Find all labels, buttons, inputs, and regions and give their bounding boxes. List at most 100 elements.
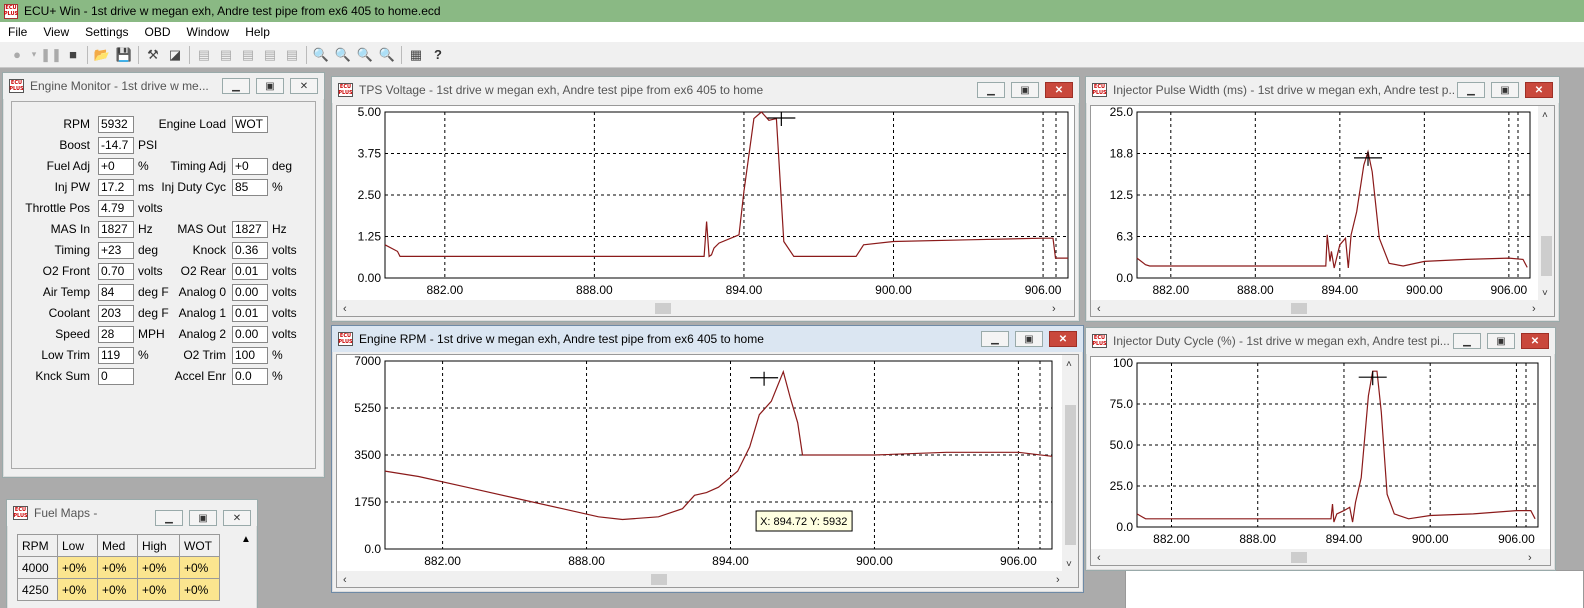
- menu-file[interactable]: File: [0, 25, 35, 39]
- minimize-button[interactable]: ▁: [155, 510, 183, 526]
- scroll-up-icon[interactable]: ˄: [1066, 359, 1072, 370]
- chart-window-titlebar[interactable]: ECU PLUS TPS Voltage - 1st drive w megan e…: [332, 77, 1079, 103]
- x-tick-label: 882.00: [426, 283, 463, 297]
- scroll-right-icon[interactable]: ›: [1528, 552, 1532, 564]
- scroll-right-icon[interactable]: ›: [1532, 303, 1536, 315]
- zoom-in-icon[interactable]: 🔍: [332, 44, 354, 66]
- maximize-button[interactable]: ▣: [1015, 331, 1043, 347]
- fuel-cell[interactable]: +0%: [137, 556, 180, 579]
- minimize-button[interactable]: ▁: [1457, 82, 1485, 98]
- x-tick-label: 900.00: [875, 283, 912, 297]
- close-button[interactable]: ✕: [1525, 82, 1553, 98]
- chart-svg: 25.0 18.8 12.5 6.3 0.0 882.00 888.00 894.00 900.…: [1091, 106, 1554, 316]
- dropdown-icon[interactable]: ▾: [28, 44, 40, 66]
- toolbar-separator: [401, 45, 402, 64]
- record-icon[interactable]: ●: [6, 44, 28, 66]
- close-button[interactable]: ✕: [1521, 333, 1549, 349]
- maximize-button[interactable]: ▣: [256, 78, 284, 94]
- chart-window-title: TPS Voltage - 1st drive w megan exh, And…: [359, 83, 764, 97]
- window3-icon[interactable]: ▤: [237, 44, 259, 66]
- fuel-cell[interactable]: +0%: [179, 556, 220, 579]
- chart-icon[interactable]: ▦: [405, 44, 427, 66]
- close-button[interactable]: ✕: [290, 78, 318, 94]
- monitor-value: WOT: [232, 116, 268, 133]
- monitor-label: Analog 2: [178, 327, 226, 341]
- scroll-left-icon[interactable]: ‹: [343, 303, 347, 315]
- monitor-value: 0.00: [232, 326, 268, 343]
- close-button[interactable]: ✕: [1045, 82, 1073, 98]
- minimize-button[interactable]: ▁: [981, 331, 1009, 347]
- save-icon[interactable]: 💾: [113, 44, 135, 66]
- chart-window-titlebar[interactable]: ECU PLUS Engine RPM - 1st drive w megan ex…: [332, 326, 1083, 352]
- scroll-thumb[interactable]: [655, 303, 671, 314]
- fuel-cell[interactable]: +0%: [179, 578, 220, 601]
- toolbar: ● ▾ ❚❚ ■ 📂 💾 ⚒ ◪ ▤ ▤ ▤ ▤ ▤ 🔍 🔍 🔍 🔍 ▦ ?: [0, 42, 1584, 68]
- menu-window[interactable]: Window: [179, 25, 238, 39]
- minimize-button[interactable]: ▁: [977, 82, 1005, 98]
- monitor-unit: volts: [272, 243, 297, 257]
- scroll-down-icon[interactable]: ˅: [1542, 288, 1548, 299]
- fuel-maps-window: ECU PLUS Fuel Maps - ▁ ▣ ✕ RPM Low Med Hi…: [6, 499, 258, 608]
- open-icon[interactable]: 📂: [91, 44, 113, 66]
- stop-icon[interactable]: ■: [62, 44, 84, 66]
- horizontal-scrollbar[interactable]: [1091, 300, 1554, 316]
- horizontal-scrollbar[interactable]: [337, 571, 1078, 587]
- scroll-down-icon[interactable]: ˅: [1066, 559, 1072, 570]
- window2-icon[interactable]: ▤: [215, 44, 237, 66]
- chart-area[interactable]: 100 75.0 50.0 25.0 0.0 882.00 888.00 894.00 900.…: [1090, 356, 1551, 566]
- scroll-thumb[interactable]: [1291, 303, 1307, 314]
- fuel-cell[interactable]: +0%: [97, 556, 138, 579]
- horizontal-scrollbar[interactable]: [337, 300, 1074, 316]
- help-icon[interactable]: ?: [427, 44, 449, 66]
- zoom-out-icon[interactable]: 🔍: [310, 44, 332, 66]
- close-button[interactable]: ✕: [223, 510, 251, 526]
- hammer-icon[interactable]: ⚒: [142, 44, 164, 66]
- close-button[interactable]: ✕: [1049, 331, 1077, 347]
- horizontal-scrollbar[interactable]: [1091, 549, 1550, 565]
- window-controls: ▁ ▣ ✕: [1453, 333, 1549, 349]
- scroll-thumb[interactable]: [1065, 405, 1076, 545]
- zoom-y-icon[interactable]: 🔍: [376, 44, 398, 66]
- maximize-button[interactable]: ▣: [1487, 333, 1515, 349]
- minimize-button[interactable]: ▁: [1453, 333, 1481, 349]
- menu-help[interactable]: Help: [237, 25, 278, 39]
- monitor-value: 0.00: [232, 284, 268, 301]
- maximize-button[interactable]: ▣: [1011, 82, 1039, 98]
- window5-icon[interactable]: ▤: [281, 44, 303, 66]
- toolbar-separator: [138, 45, 139, 64]
- plot-frame: [1136, 111, 1531, 279]
- graph-select-icon[interactable]: ◪: [164, 44, 186, 66]
- scroll-right-icon[interactable]: ›: [1056, 574, 1060, 586]
- scroll-right-icon[interactable]: ›: [1052, 303, 1056, 315]
- maximize-button[interactable]: ▣: [189, 510, 217, 526]
- chart-area[interactable]: 7000 5250 3500 1750 0.0 882.00 888.00 894.00 900…: [336, 354, 1079, 588]
- zoom-x-icon[interactable]: 🔍: [354, 44, 376, 66]
- chart-area[interactable]: 25.0 18.8 12.5 6.3 0.0 882.00 888.00 894.00 900.…: [1090, 105, 1555, 317]
- rpm-cell: 4000: [17, 556, 58, 579]
- menu-settings[interactable]: Settings: [77, 25, 136, 39]
- fuel-cell[interactable]: +0%: [57, 578, 98, 601]
- x-tick-label: 888.00: [1239, 532, 1276, 546]
- scroll-left-icon[interactable]: ‹: [343, 574, 347, 586]
- menu-obd[interactable]: OBD: [137, 25, 179, 39]
- scroll-thumb[interactable]: [1541, 236, 1552, 276]
- fuel-cell[interactable]: +0%: [97, 578, 138, 601]
- maximize-button[interactable]: ▣: [1491, 82, 1519, 98]
- scroll-thumb[interactable]: [1291, 552, 1307, 563]
- fuel-cell[interactable]: +0%: [137, 578, 180, 601]
- fuel-cell[interactable]: +0%: [57, 556, 98, 579]
- scroll-up-icon[interactable]: ▲: [239, 534, 253, 554]
- column-header: High: [137, 534, 180, 557]
- minimize-button[interactable]: ▁: [222, 78, 250, 94]
- menu-view[interactable]: View: [35, 25, 77, 39]
- window-logo-icon: ECU PLUS: [1092, 83, 1107, 97]
- window1-icon[interactable]: ▤: [193, 44, 215, 66]
- scroll-left-icon[interactable]: ‹: [1097, 552, 1101, 564]
- chart-area[interactable]: 5.00 3.75 2.50 1.25 0.00 882.00 888.00 894.00 90…: [336, 105, 1075, 317]
- scroll-thumb[interactable]: [651, 574, 667, 585]
- scroll-up-icon[interactable]: ˄: [1542, 110, 1548, 121]
- window-controls: ▁ ▣ ✕: [222, 78, 318, 94]
- pause-icon[interactable]: ❚❚: [40, 44, 62, 66]
- window4-icon[interactable]: ▤: [259, 44, 281, 66]
- scroll-left-icon[interactable]: ‹: [1097, 303, 1101, 315]
